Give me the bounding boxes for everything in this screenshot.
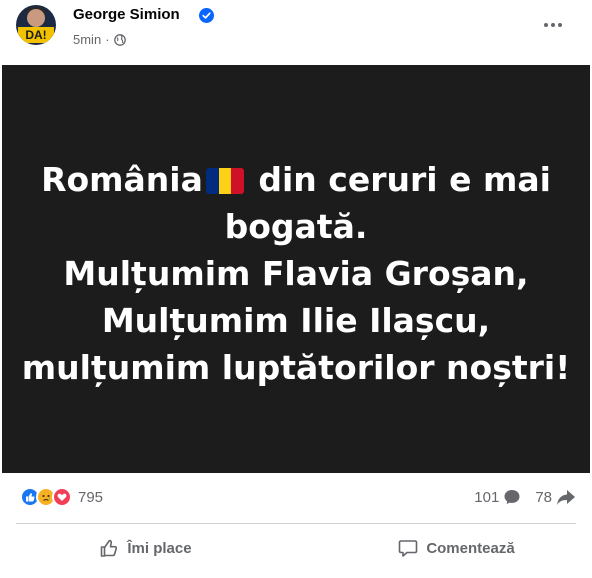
comment-icon <box>399 540 418 557</box>
flag-yellow <box>218 167 232 194</box>
more-options-icon <box>544 23 562 27</box>
verified-badge-icon <box>199 8 214 23</box>
post-stats: 795 101 78 <box>0 480 592 520</box>
post-meta: 5min · <box>73 32 126 47</box>
post-header: DA! George Simion 5min · <box>0 0 592 62</box>
post-time[interactable]: 5min <box>73 32 101 47</box>
image-text-line-4: Mulțumim Ilie Ilașcu, <box>101 300 491 340</box>
meta-separator: · <box>105 32 110 47</box>
comment-button[interactable]: Comentează <box>281 526 592 570</box>
avatar-badge-text: DA! <box>18 27 54 43</box>
post-image[interactable]: România din ceruri e mai bogată. Mulțumi… <box>2 65 590 473</box>
thumbs-up-icon <box>101 539 118 557</box>
image-text-line-3: Mulțumim Flavia Groșan, <box>63 253 529 293</box>
share-arrow-icon <box>557 490 575 505</box>
flag-red <box>231 167 244 194</box>
author-name[interactable]: George Simion <box>73 6 180 23</box>
comment-count[interactable]: 101 <box>474 488 521 506</box>
comment-count-value: 101 <box>474 488 500 506</box>
love-icon <box>52 487 72 507</box>
image-text-romania: România <box>41 159 203 199</box>
reactions-summary[interactable]: 795 <box>20 487 103 507</box>
image-text-line-1-rest: din ceruri e mai <box>258 159 551 199</box>
comment-bubble-icon <box>504 490 520 504</box>
avatar[interactable]: DA! <box>16 5 56 45</box>
post-actions: Îmi place Comentează <box>0 526 592 570</box>
image-text-line-5: mulțumim luptătorilor noștri! <box>21 347 571 387</box>
share-count-value: 78 <box>535 488 552 506</box>
post-image-text: România din ceruri e mai bogată. Mulțumi… <box>22 156 571 391</box>
image-text-line-1: România din ceruri e mai <box>22 156 571 203</box>
avatar-face <box>27 9 45 27</box>
globe-icon <box>113 33 126 46</box>
image-text-line-2: bogată. <box>224 206 368 246</box>
share-count[interactable]: 78 <box>535 488 576 506</box>
action-divider <box>16 523 576 524</box>
romania-flag-icon <box>205 167 244 194</box>
flag-blue <box>205 167 219 194</box>
like-button-label: Îmi place <box>127 539 192 557</box>
engagement-counts: 101 78 <box>460 488 576 506</box>
comment-button-label: Comentează <box>426 539 515 557</box>
reaction-count: 795 <box>78 488 104 506</box>
like-button[interactable]: Îmi place <box>0 526 281 570</box>
more-options-button[interactable] <box>535 7 571 43</box>
